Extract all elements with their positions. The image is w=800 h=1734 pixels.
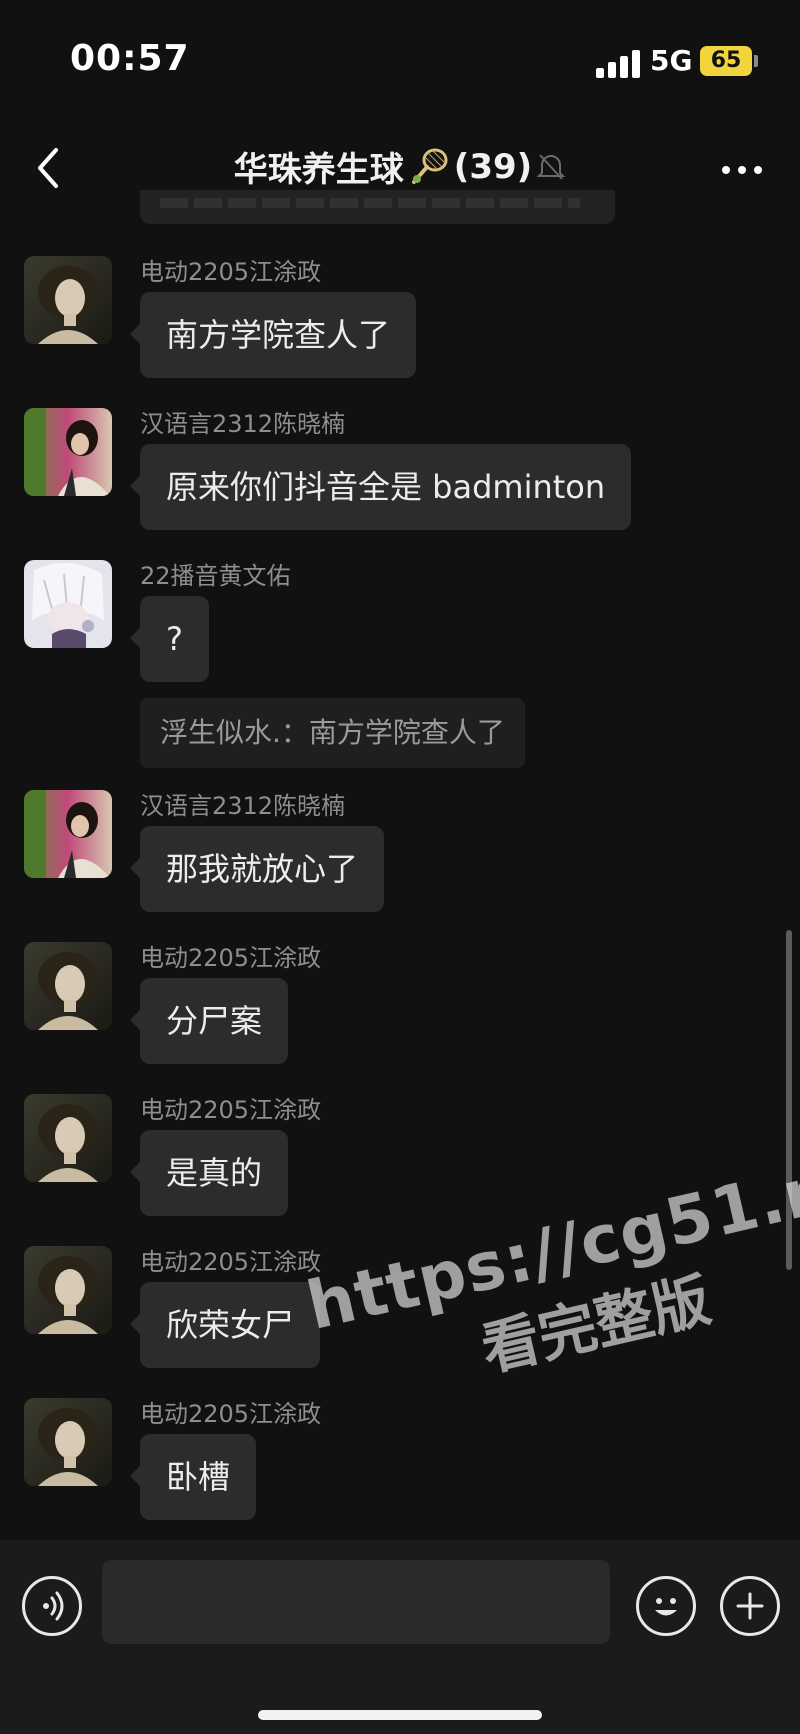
signal-icon [596, 48, 640, 78]
avatar[interactable] [24, 1246, 112, 1334]
input-bar [0, 1540, 800, 1734]
message-bubble[interactable]: 那我就放心了 [129, 826, 385, 912]
chevron-left-icon[interactable] [30, 138, 66, 198]
home-indicator[interactable] [258, 1710, 542, 1720]
more-dots-icon[interactable] [718, 150, 766, 190]
avatar[interactable] [24, 942, 112, 1030]
sender-name: 电动2205江涂政 [140, 1248, 322, 1276]
message-bubble[interactable]: 南方学院查人了 [129, 292, 417, 378]
message-input[interactable] [102, 1560, 610, 1644]
bell-muted-icon [536, 153, 566, 180]
status-time: 00:57 [70, 38, 190, 79]
message-bubble[interactable]: 是真的 [129, 1130, 289, 1216]
sender-name: 电动2205江涂政 [140, 944, 322, 972]
chat-title[interactable]: 华珠养生球 (39) [140, 142, 660, 191]
avatar[interactable] [24, 256, 112, 344]
avatar[interactable] [24, 1398, 112, 1486]
status-bar: 00:57 5G 65 [0, 0, 800, 120]
message-bubble[interactable]: 欣荣女尸 [129, 1282, 321, 1368]
battery-icon: 65 [700, 46, 752, 76]
message-bubble[interactable]: 原来你们抖音全是 badminton [129, 444, 632, 530]
battery-tip [754, 55, 758, 67]
chat-message-list[interactable]: 电动2205江涂政 南方学院查人了 汉语言2312陈晓楠 原来你们抖音全是 ba… [0, 190, 800, 1540]
avatar[interactable] [24, 560, 112, 648]
group-name: 华珠养生球 [233, 150, 404, 190]
sender-name: 22播音黄文佑 [140, 562, 291, 590]
message-bubble[interactable]: 分尸案 [129, 978, 289, 1064]
previous-message-bubble [140, 190, 615, 224]
plus-icon[interactable] [720, 1576, 780, 1636]
avatar[interactable] [24, 408, 112, 496]
quoted-reply[interactable]: 浮生似水.：南方学院查人了 [140, 698, 525, 768]
sender-name: 汉语言2312陈晓楠 [140, 792, 346, 820]
network-type: 5G [650, 44, 693, 77]
message-bubble[interactable]: ? [130, 596, 209, 682]
sender-name: 电动2205江涂政 [140, 1096, 322, 1124]
badminton-racket-icon [411, 148, 448, 184]
member-count: (39) [453, 146, 533, 187]
message-bubble[interactable]: 卧槽 [129, 1434, 257, 1520]
avatar[interactable] [24, 1094, 112, 1182]
sender-name: 电动2205江涂政 [140, 1400, 322, 1428]
avatar[interactable] [24, 790, 112, 878]
voice-icon[interactable] [22, 1576, 82, 1636]
emoji-icon[interactable] [636, 1576, 696, 1636]
sender-name: 汉语言2312陈晓楠 [140, 410, 346, 438]
sender-name: 电动2205江涂政 [140, 258, 322, 286]
scrollbar[interactable] [786, 930, 792, 1270]
